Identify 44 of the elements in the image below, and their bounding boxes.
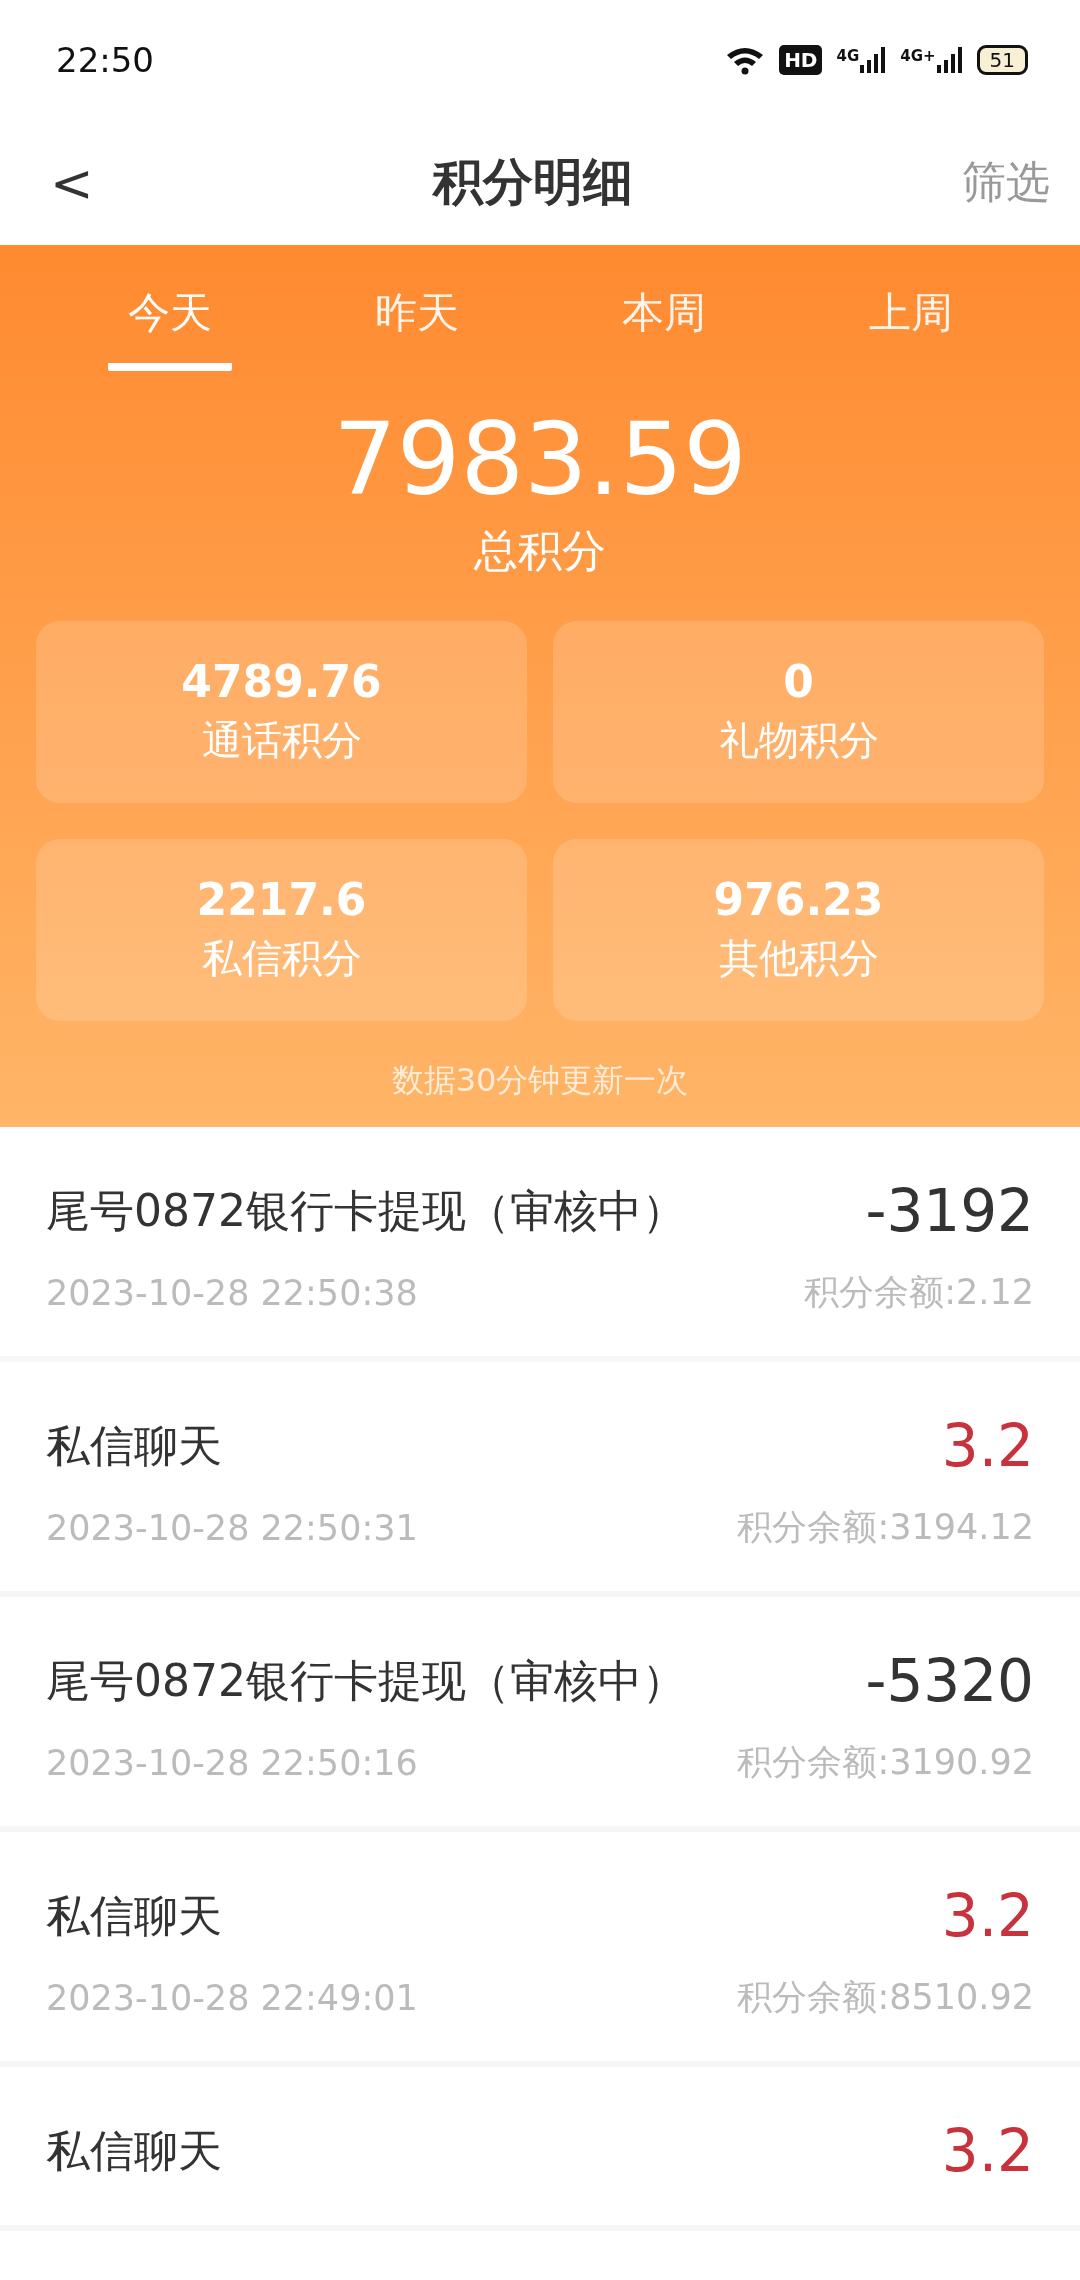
stat-value: 976.23 [713, 874, 884, 925]
record-amount: -3192 [865, 1177, 1034, 1245]
record-time: 2023-10-28 22:50:31 [46, 1507, 418, 1548]
record-amount: 3.2 [941, 1882, 1034, 1950]
stat-label: 礼物积分 [718, 716, 879, 765]
period-tab[interactable]: 本周 [601, 269, 726, 371]
filter-button[interactable]: 筛选 [962, 153, 1050, 212]
record-balance: 积分余额:3194.12 [737, 1506, 1034, 1549]
record-title: 尾号0872银行卡提现（审核中） [46, 1653, 686, 1708]
stat-label: 其他积分 [718, 934, 879, 983]
record-time: 2023-10-28 22:50:38 [46, 1272, 418, 1313]
record-title: 尾号0872银行卡提现（审核中） [46, 1183, 686, 1238]
signal-icon [936, 47, 963, 73]
record-time: 2023-10-28 22:49:01 [46, 1977, 418, 2018]
period-tab[interactable]: 上周 [848, 269, 973, 371]
record-amount: -5320 [865, 1647, 1034, 1715]
stat-value: 2217.6 [196, 874, 367, 925]
wifi-icon [725, 45, 766, 75]
hd-badge: HD [779, 45, 823, 75]
stat-value: 0 [783, 656, 814, 707]
battery-icon: 51 [976, 45, 1028, 75]
record-title: 私信聊天 [46, 1418, 222, 1473]
period-tab[interactable]: 今天 [107, 269, 232, 371]
stat-value: 4789.76 [181, 656, 382, 707]
record-balance: 积分余额:2.12 [804, 1271, 1034, 1314]
signal-icon [860, 47, 887, 73]
record-time: 2023-10-28 22:50:16 [46, 1742, 418, 1783]
status-time: 22:50 [56, 40, 154, 80]
record-amount: 3.2 [941, 2117, 1034, 2185]
period-tab[interactable]: 昨天 [354, 269, 479, 371]
record-balance: 积分余额:3190.92 [737, 1741, 1034, 1784]
record-amount: 3.2 [941, 1412, 1034, 1480]
total-label: 总积分 [474, 524, 606, 578]
record-title: 私信聊天 [46, 2123, 222, 2178]
back-button[interactable]: < [40, 152, 104, 213]
network-label: 4G+ [900, 47, 936, 65]
network-label: 4G [836, 47, 860, 65]
stat-label: 通话积分 [201, 716, 362, 765]
record-balance: 积分余额:8510.92 [737, 1976, 1034, 2019]
stat-label: 私信积分 [201, 934, 362, 983]
total-points: 7983.59 [333, 401, 747, 518]
page-title: 积分明细 [432, 152, 633, 213]
record-title: 私信聊天 [46, 1888, 222, 1943]
update-note: 数据30分钟更新一次 [391, 1060, 689, 1101]
